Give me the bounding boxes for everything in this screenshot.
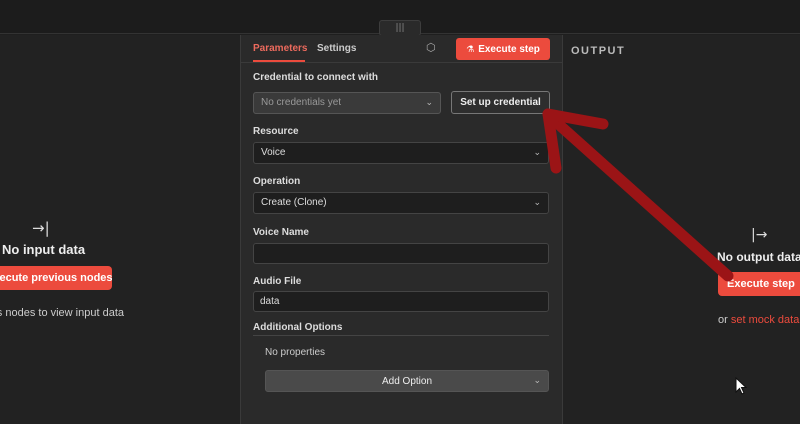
mock-data-line: or set mock data: [718, 314, 799, 326]
chevron-down-icon: ⌄: [533, 148, 541, 158]
top-bar: |||: [0, 0, 800, 36]
flask-icon: ⚗: [466, 44, 475, 55]
credential-placeholder: No credentials yet: [261, 97, 342, 108]
active-tab-indicator: [253, 60, 305, 62]
set-up-credential-button[interactable]: Set up credential: [451, 91, 550, 114]
set-mock-data-link[interactable]: set mock data: [731, 314, 799, 326]
add-option-button[interactable]: Add Option ⌄: [265, 370, 549, 392]
panel-tabs: Parameters Settings ⬡ ⚗ Execute step: [241, 35, 562, 63]
chevron-down-icon: ⌄: [533, 198, 541, 208]
input-arrow-icon: →|: [32, 219, 50, 237]
drag-handle-icon[interactable]: |||: [379, 20, 421, 36]
no-output-title: No output data: [717, 250, 800, 264]
add-option-label: Add Option: [381, 375, 433, 387]
execute-previous-nodes-button[interactable]: Execute previous nodes: [0, 266, 112, 290]
output-arrow-icon: |→: [751, 227, 768, 243]
resource-value: Voice: [261, 147, 286, 158]
tab-parameters[interactable]: Parameters: [253, 43, 307, 54]
chevron-down-icon: ⌄: [425, 98, 433, 108]
audio-file-label: Audio File: [253, 276, 302, 287]
input-panel: →| No input data Execute previous nodes …: [0, 35, 240, 424]
credential-select[interactable]: No credentials yet ⌄: [253, 92, 441, 114]
input-hint: Execute previous nodes to view input dat…: [0, 307, 124, 319]
operation-value: Create (Clone): [261, 197, 327, 208]
cube-icon[interactable]: ⬡: [426, 41, 436, 54]
execute-step-label: Execute step: [478, 43, 540, 55]
credential-label: Credential to connect with: [253, 72, 379, 83]
tab-settings[interactable]: Settings: [317, 43, 356, 54]
section-divider: [253, 335, 549, 336]
chevron-down-icon: ⌄: [533, 376, 541, 386]
no-input-title: No input data: [2, 242, 86, 257]
operation-label: Operation: [253, 176, 301, 187]
output-header: OUTPUT: [571, 45, 626, 57]
execute-step-output-button[interactable]: Execute step: [718, 272, 800, 296]
node-parameters-panel: Parameters Settings ⬡ ⚗ Execute step Cred…: [240, 35, 563, 424]
mouse-cursor-icon: [735, 377, 747, 395]
no-properties-text: No properties: [265, 347, 326, 358]
voice-name-input[interactable]: [253, 243, 549, 264]
voice-name-label: Voice Name: [253, 227, 309, 238]
additional-options-label: Additional Options: [253, 322, 343, 333]
output-panel: OUTPUT |→ No output data Execute step or…: [563, 35, 800, 424]
mock-prefix: or: [718, 314, 728, 326]
resource-select[interactable]: Voice ⌄: [253, 142, 549, 164]
resource-label: Resource: [253, 126, 299, 137]
audio-file-input[interactable]: [253, 291, 549, 312]
execute-step-button[interactable]: ⚗ Execute step: [456, 38, 550, 60]
operation-select[interactable]: Create (Clone) ⌄: [253, 192, 549, 214]
